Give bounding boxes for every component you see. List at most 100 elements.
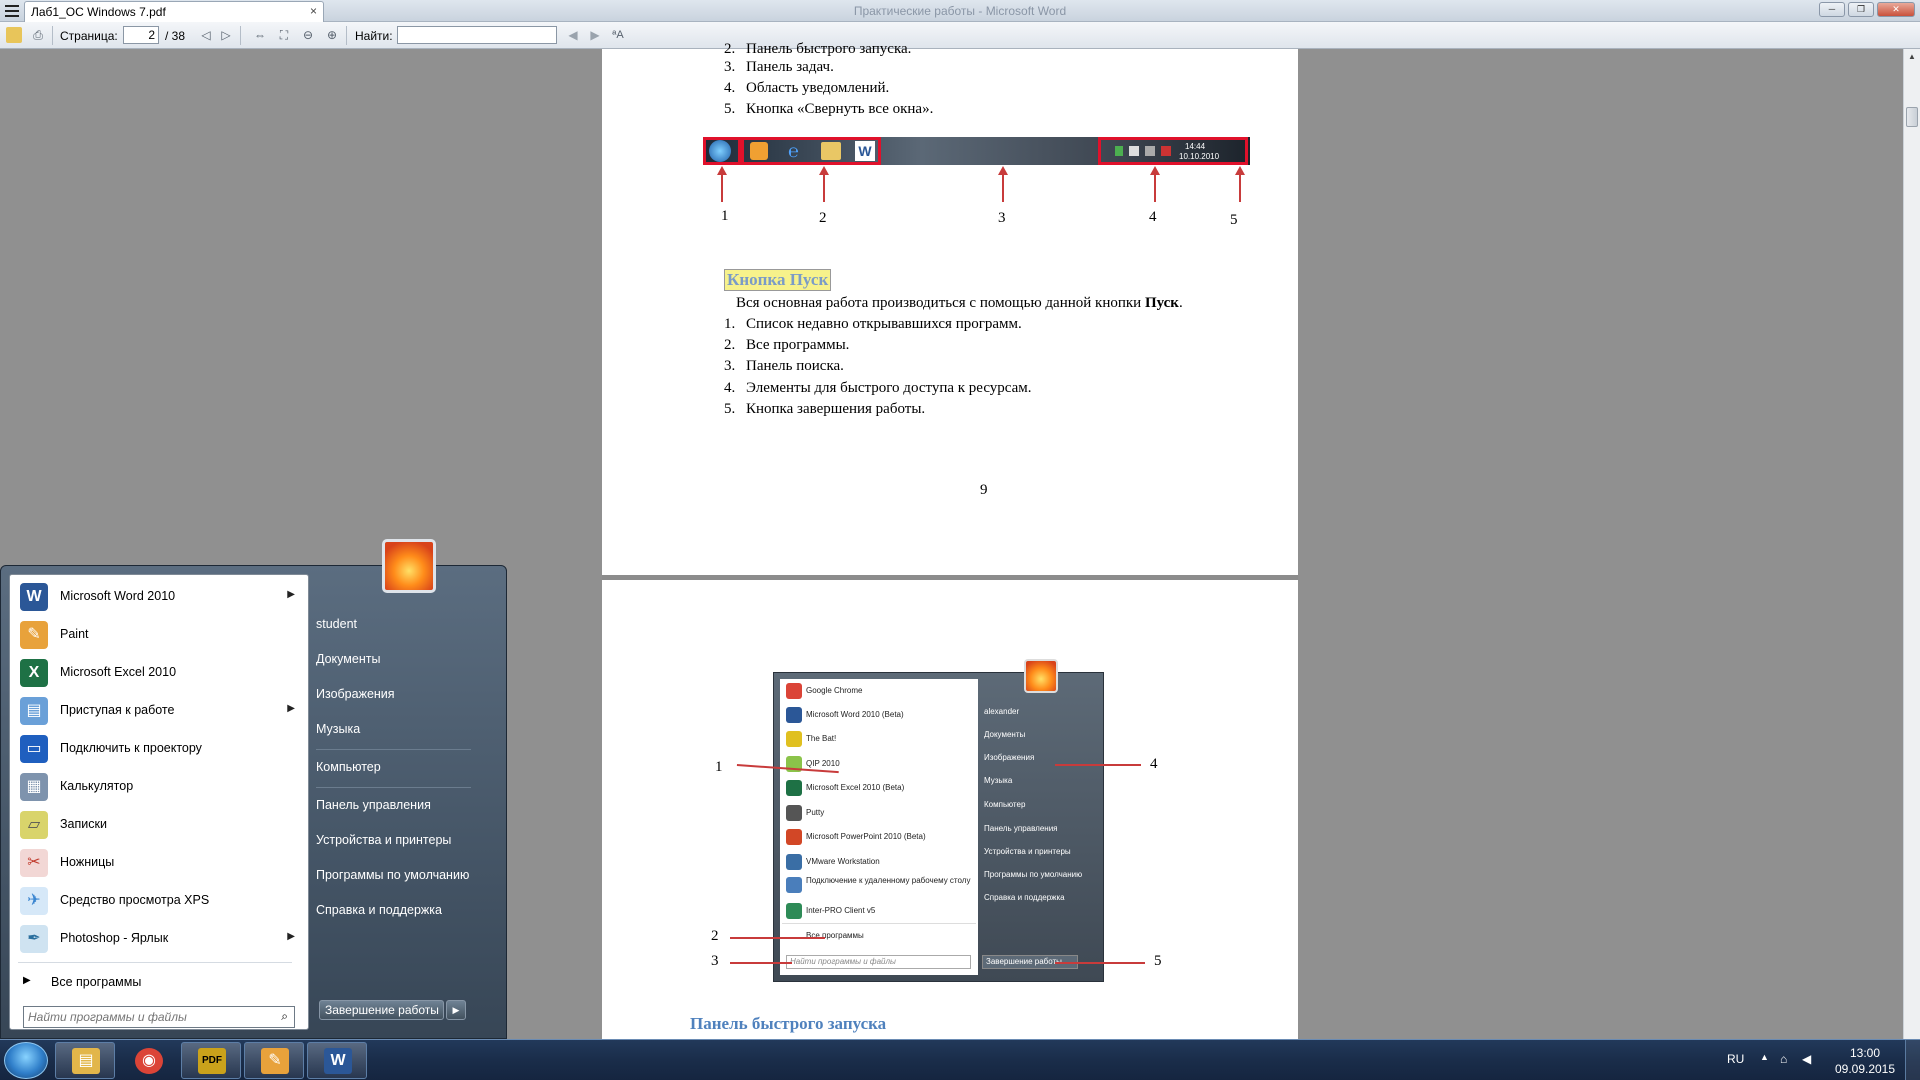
start-right-documents[interactable]: Документы [316, 652, 380, 666]
figure-label: 5 [1154, 953, 1162, 969]
list-item: 2. Панель быстрого запуска. [724, 41, 912, 57]
next-page-icon[interactable]: ▷ [218, 27, 234, 43]
taskbar-word-button[interactable]: W [307, 1042, 367, 1079]
start-right-pictures[interactable]: Изображения [316, 687, 395, 701]
start-right-computer[interactable]: Компьютер [316, 760, 381, 774]
find-input[interactable] [397, 26, 557, 44]
figure-label: 1 [715, 759, 723, 775]
list-item: VMware Workstation [782, 850, 976, 874]
start-search-input[interactable] [28, 1009, 268, 1025]
start-menu-item-excel[interactable]: X Microsoft Excel 2010 [13, 654, 305, 690]
divider [316, 787, 471, 788]
list-item: 5. Кнопка «Свернуть все окна». [724, 101, 934, 117]
start-right-default-programs[interactable]: Программы по умолчанию [316, 868, 469, 882]
list-item: QIP 2010 [782, 752, 976, 776]
print-icon[interactable]: ⎙ [30, 27, 46, 43]
start-menu-illustration: Google Chrome Microsoft Word 2010 (Beta)… [773, 659, 1104, 982]
close-tab-icon[interactable]: × [310, 4, 317, 18]
minimize-button[interactable]: ─ [1819, 2, 1845, 17]
start-menu: W Microsoft Word 2010 ▶ ✎ Paint X Micros… [0, 539, 507, 1039]
toolbar-separator [346, 26, 347, 45]
shutdown-options-icon[interactable]: ▶ [446, 1000, 466, 1020]
pdf-toolbar: ⎙ Страница: / 38 ◁ ▷ ⇔ ⛶ ⊖ ⊕ Найти: ◀ ▶ … [0, 22, 1920, 49]
start-right-music[interactable]: Музыка [316, 722, 360, 736]
list-item: Putty [782, 801, 976, 825]
illustration-right-item: Программы по умолчанию [984, 870, 1083, 879]
pdf-icon: PDF [198, 1048, 226, 1074]
find-previous-icon[interactable]: ◀ [565, 27, 581, 43]
start-menu-item-snipping-tool[interactable]: ✂ Ножницы [13, 844, 305, 880]
previous-page-icon[interactable]: ◁ [198, 27, 214, 43]
zoom-out-icon[interactable]: ⊖ [300, 27, 316, 43]
start-menu-item-paint[interactable]: ✎ Paint [13, 616, 305, 652]
clock-date: 10.10.2010 [1179, 152, 1220, 161]
show-hidden-icons-icon[interactable]: ▲ [1760, 1052, 1769, 1062]
submenu-arrow-icon: ▶ [287, 703, 295, 714]
folder-icon: ▤ [72, 1048, 100, 1074]
start-menu-item-sticky-notes[interactable]: ▱ Записки [13, 806, 305, 842]
page-number-input[interactable] [123, 26, 159, 44]
xps-viewer-icon: ✈ [20, 887, 48, 915]
start-search-box[interactable]: ⌕ [23, 1006, 295, 1028]
divider [18, 962, 292, 963]
clock-time: 14:44 [1185, 142, 1206, 151]
document-tab-title: Лаб1_ОС Windows 7.pdf [31, 5, 166, 19]
section-heading: Панель быстрого запуска [690, 1014, 887, 1033]
list-item: 4. Элементы для быстрого доступа к ресурс… [724, 380, 1032, 396]
shutdown-button[interactable]: Завершение работы [319, 1000, 444, 1020]
figure-label: 1 [721, 208, 729, 224]
word-icon: W [20, 583, 48, 611]
start-right-help[interactable]: Справка и поддержка [316, 903, 442, 917]
paint-icon: ✎ [261, 1048, 289, 1074]
excel-icon: X [20, 659, 48, 687]
chrome-icon: ◉ [135, 1048, 163, 1074]
start-right-control-panel[interactable]: Панель управления [316, 798, 431, 812]
all-programs-button[interactable]: ▶ Все программы [13, 969, 305, 997]
zoom-in-icon[interactable]: ⊕ [324, 27, 340, 43]
vertical-scrollbar[interactable]: ▲ [1903, 49, 1920, 1039]
document-tab[interactable]: Лаб1_ОС Windows 7.pdf × [24, 1, 324, 22]
chevron-right-icon: ▶ [23, 975, 31, 986]
start-right-devices[interactable]: Устройства и принтеры [316, 833, 451, 847]
scroll-thumb[interactable] [1906, 107, 1918, 127]
list-item: 2. Все программы. [724, 337, 850, 353]
taskbar-chrome-button[interactable]: ◉ [118, 1042, 178, 1079]
window-title: Практические работы - Microsoft Word [853, 4, 1067, 18]
network-icon[interactable]: ⌂ [1780, 1052, 1787, 1066]
app-menu-button[interactable] [5, 4, 19, 18]
all-programs-item: Все программы [782, 923, 976, 947]
language-indicator[interactable]: RU [1727, 1052, 1744, 1066]
clock-date[interactable]: 09.09.2015 [1830, 1062, 1900, 1076]
close-button[interactable]: ✕ [1877, 2, 1915, 17]
fit-width-icon[interactable]: ⇔ [252, 27, 268, 43]
show-desktop-button[interactable] [1905, 1040, 1920, 1080]
volume-icon[interactable]: ◀ [1802, 1052, 1811, 1066]
pdf-page: 2. Панель быстрого запуска. 3. Панель зада… [602, 41, 1298, 575]
maximize-button[interactable]: ❐ [1848, 2, 1874, 17]
start-menu-item-photoshop[interactable]: ✒ Photoshop - Ярлык ▶ [13, 920, 305, 956]
start-menu-item-getting-started[interactable]: ▤ Приступая к работе ▶ [13, 692, 305, 728]
taskbar-pdf-button[interactable]: PDF [181, 1042, 241, 1079]
find-next-icon[interactable]: ▶ [587, 27, 603, 43]
start-button[interactable] [4, 1042, 48, 1079]
list-item: Inter-PRO Client v5 [782, 899, 976, 923]
tray-icon [1115, 146, 1123, 156]
scroll-up-icon[interactable]: ▲ [1904, 49, 1920, 65]
sticky-notes-icon: ▱ [20, 811, 48, 839]
open-file-icon[interactable] [6, 27, 22, 43]
list-item: Microsoft Excel 2010 (Beta) [782, 776, 976, 800]
start-menu-item-xps-viewer[interactable]: ✈ Средство просмотра XPS [13, 882, 305, 918]
start-menu-item-calculator[interactable]: ▦ Калькулятор [13, 768, 305, 804]
user-avatar[interactable] [382, 539, 436, 593]
start-menu-item-word[interactable]: W Microsoft Word 2010 ▶ [13, 578, 305, 614]
taskbar-paint-button[interactable]: ✎ [244, 1042, 304, 1079]
start-menu-item-projector[interactable]: ▭ Подключить к проектору [13, 730, 305, 766]
taskbar-explorer-button[interactable]: ▤ [55, 1042, 115, 1079]
start-right-user[interactable]: student [316, 617, 357, 631]
list-item: 3. Панель задач. [724, 59, 834, 75]
fit-page-icon[interactable]: ⛶ [276, 27, 292, 43]
clock-time[interactable]: 13:00 [1830, 1046, 1900, 1060]
match-case-icon[interactable]: ªA [610, 27, 626, 43]
figure-label: 3 [711, 953, 719, 969]
search-icon[interactable]: ⌕ [281, 1009, 288, 1024]
